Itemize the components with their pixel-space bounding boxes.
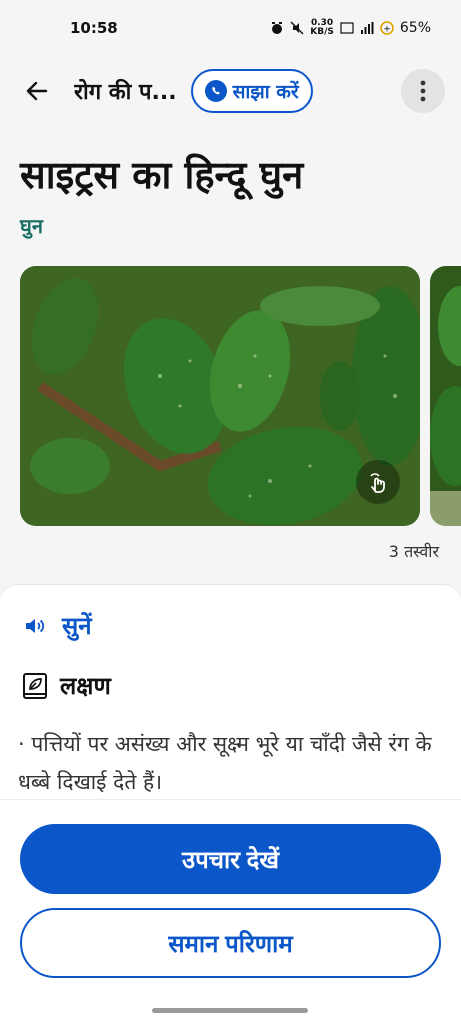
speaker-icon xyxy=(26,618,45,633)
leaf-photo-next[interactable] xyxy=(430,266,461,526)
listen-button[interactable]: सुनें xyxy=(24,609,92,642)
status-icons: 0.30 KB/S + 65% xyxy=(270,19,431,37)
back-button[interactable] xyxy=(20,74,54,108)
battery-icon: + xyxy=(380,21,394,35)
book-leaf-icon xyxy=(23,672,47,699)
network-speed: 0.30 KB/S xyxy=(310,18,334,37)
listen-label: सुनें xyxy=(62,612,92,640)
signal-icon xyxy=(360,22,374,34)
svg-text:+: + xyxy=(383,25,391,35)
status-bar: 10:58 0.30 KB/S + 65% xyxy=(0,0,461,56)
hand-pointer-icon xyxy=(370,473,385,493)
bottom-actions: उपचार देखें समान परिणाम xyxy=(0,799,461,1024)
volte-icon xyxy=(340,22,354,34)
app-bar: रोग की प... साझा करें xyxy=(0,56,461,126)
details-card: सुनें लक्षण · पत्तियों पर असंख्य और सूक्… xyxy=(0,584,461,799)
app-bar-title: रोग की प... xyxy=(74,80,177,105)
mute-icon xyxy=(290,21,304,35)
alarm-icon xyxy=(272,22,283,34)
whatsapp-icon xyxy=(204,80,227,102)
share-button[interactable]: साझा करें xyxy=(190,69,313,113)
leaf-photo-next-graphic xyxy=(430,266,461,526)
similar-results-button[interactable]: समान परिणाम xyxy=(20,908,441,978)
image-touch-button[interactable] xyxy=(356,460,400,504)
page-title: साइट्रस का हिन्दू घुन xyxy=(20,153,304,197)
symptom-description: · पत्तियों पर असंख्य और सूक्ष्म भूरे या … xyxy=(18,732,432,794)
leaf-photo[interactable] xyxy=(20,266,420,526)
gesture-nav-handle[interactable] xyxy=(152,1008,308,1013)
symptoms-heading: लक्षण xyxy=(22,669,111,702)
more-options-button[interactable] xyxy=(401,69,445,113)
symptoms-label: लक्षण xyxy=(60,672,111,700)
status-time: 10:58 xyxy=(70,19,118,37)
photo-count: 3 तस्वीर xyxy=(388,542,439,561)
more-vertical-icon xyxy=(420,80,426,102)
arrow-left-icon xyxy=(26,81,48,101)
share-label: साझा करें xyxy=(232,81,299,103)
battery-percent: 65% xyxy=(399,20,431,36)
view-treatment-button[interactable]: उपचार देखें xyxy=(20,824,441,894)
image-gallery[interactable] xyxy=(20,266,461,526)
category-label: घुन xyxy=(20,214,43,238)
